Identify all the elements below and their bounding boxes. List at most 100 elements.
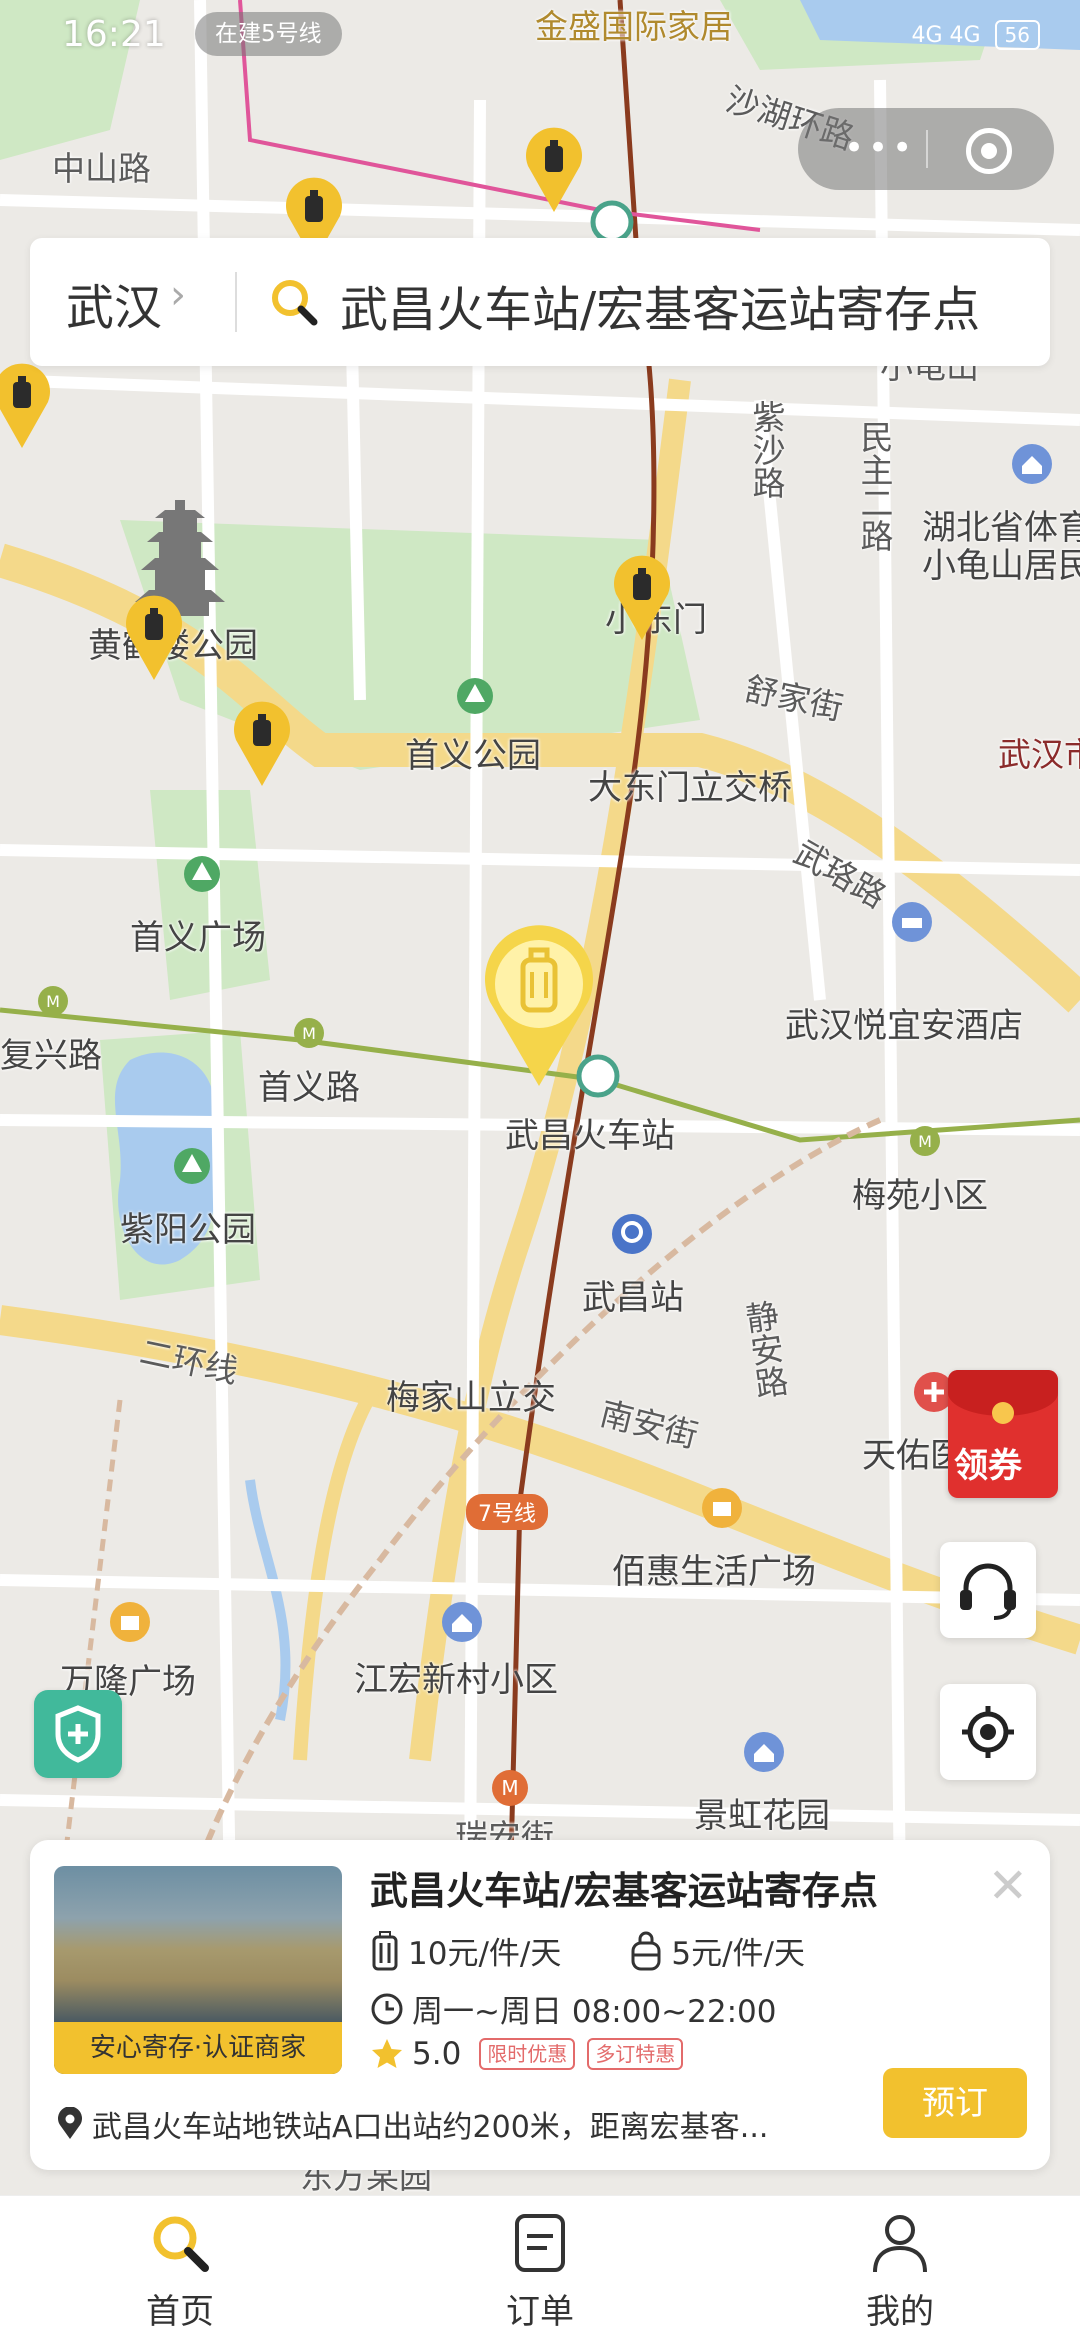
more-icon[interactable]: ••• [844, 128, 916, 168]
map-label-yueyi-hotel: 武汉悦宜安酒店 [785, 1006, 1023, 1046]
tab-orders-label: 订单 [506, 2292, 574, 2332]
safety-shield-button[interactable] [34, 1690, 122, 1778]
capsule-divider [926, 130, 928, 168]
coupon-button[interactable]: 领券 [948, 1370, 1058, 1498]
divider [235, 272, 237, 332]
price-large: 10元/件/天 [408, 1936, 562, 1972]
certified-badge: 安心寄存·认证商家 [54, 2022, 342, 2074]
locate-button[interactable] [940, 1684, 1036, 1780]
city-selector[interactable]: 武汉 [66, 268, 162, 338]
map-label-zisha-rd: 紫沙路 [747, 400, 786, 499]
user-icon [873, 2215, 927, 2273]
map-label-xiaoguishan-res: 小龟山居民 [922, 546, 1080, 586]
map-label-shouyi-park: 首义公园 [405, 736, 541, 776]
search-icon [272, 280, 318, 326]
hotel-icon [892, 902, 932, 942]
metro-station-icon: M [38, 986, 68, 1016]
metro-station-icon: M [294, 1018, 324, 1048]
residence-icon [442, 1602, 482, 1642]
large-luggage-icon [372, 1930, 398, 1970]
park-icon [184, 856, 220, 892]
map-label-meiyuan: 梅苑小区 [852, 1176, 988, 1216]
luggage-pin[interactable] [0, 362, 54, 450]
status-icons: 4G 4G 56 [911, 20, 1040, 50]
svg-text:M: M [501, 1776, 518, 1800]
store-photo: 安心寄存·认证商家 [54, 1866, 342, 2074]
map-label-zhongshan-rd: 中山路 [52, 149, 151, 188]
metro-station-icon: M [910, 1126, 940, 1156]
tab-profile-label: 我的 [866, 2292, 934, 2332]
search-bar: 武汉 › 武昌火车站/宏基客运站寄存点 [30, 238, 1050, 366]
rating-row: 5.0 限时优惠 多订特惠 [370, 2036, 684, 2072]
map-label-dadongmen: 大东门立交桥 [588, 768, 792, 808]
coupon-seal-icon [992, 1402, 1014, 1424]
map-label-wuchang-rail-metro: 武昌火车站 [505, 1116, 675, 1156]
map-label-shouyi-rd: 首义路 [258, 1068, 360, 1108]
rating-value: 5.0 [412, 2036, 462, 2072]
luggage-pin[interactable] [122, 594, 186, 682]
svg-text:M: M [918, 1132, 932, 1151]
customer-service-button[interactable] [940, 1542, 1036, 1638]
status-bar: 16:21 在建5号线 4G 4G 56 [0, 0, 1080, 70]
tab-home-label: 首页 [146, 2292, 214, 2332]
clock-icon [371, 1993, 403, 2024]
close-miniprogram-icon[interactable] [966, 128, 1012, 174]
small-bag-icon [631, 1931, 661, 1970]
promo-tag: 多订特惠 [587, 2038, 684, 2070]
map-label-jinghong: 景虹花园 [694, 1796, 830, 1836]
train-station-icon [612, 1214, 652, 1254]
store-title: 武昌火车站/宏基客运站寄存点 [370, 1869, 878, 1913]
close-icon[interactable]: ✕ [988, 1858, 1028, 1914]
price-row: 10元/件/天 5元/件/天 [370, 1928, 805, 1973]
search-icon [153, 2216, 209, 2272]
map-label-wuchang-station: 武昌站 [582, 1278, 684, 1318]
map-label-fuxing-rd: 复兴路 [0, 1036, 102, 1076]
park-icon [174, 1148, 210, 1184]
residence-icon [744, 1732, 784, 1772]
luggage-pin[interactable] [610, 554, 674, 642]
tab-orders[interactable]: 订单 [440, 2196, 640, 2341]
status-time: 16:21 [62, 14, 166, 55]
store-address: 武昌火车站地铁站A口出站约200米，距离宏基客... [92, 2110, 769, 2145]
metro-line7-badge: 7号线 [466, 1494, 548, 1530]
tab-profile[interactable]: 我的 [800, 2196, 1000, 2341]
headset-icon [960, 1563, 1016, 1620]
battery-icon: 56 [994, 20, 1040, 50]
promo-tag: 限时优惠 [479, 2038, 576, 2070]
map-label-jianghong: 江宏新村小区 [354, 1660, 558, 1700]
svg-text:M: M [302, 1024, 316, 1043]
chevron-right-icon[interactable]: › [170, 272, 186, 318]
price-small: 5元/件/天 [671, 1936, 805, 1972]
address-row: 武昌火车站地铁站A口出站约200米，距离宏基客... [56, 2102, 768, 2146]
store-card[interactable]: 安心寄存·认证商家 武昌火车站/宏基客运站寄存点 ✕ 10元/件/天 5元/件/… [30, 1840, 1050, 2170]
location-pin-icon [58, 2107, 82, 2139]
luggage-pin[interactable] [230, 700, 294, 788]
search-input[interactable]: 武昌火车站/宏基客运站寄存点 [340, 270, 980, 340]
bottom-tab-bar: 首页 订单 我的 [0, 2195, 1080, 2341]
map-label-ziyang-park: 紫阳公园 [120, 1210, 256, 1250]
signal-icon: 4G 4G [911, 22, 981, 48]
miniprogram-capsule: ••• [798, 108, 1054, 190]
luggage-pin[interactable] [522, 126, 586, 214]
selected-luggage-pin[interactable] [476, 924, 602, 1090]
order-icon [515, 2214, 565, 2272]
mall-icon [110, 1602, 150, 1642]
map-label-shouyi-square: 首义广场 [130, 918, 266, 958]
coupon-label: 领券 [954, 1446, 1022, 1486]
svg-text:M: M [46, 992, 60, 1011]
residence-icon [1012, 444, 1052, 484]
map-label-wuhan-city: 武汉市 [998, 735, 1080, 774]
opening-hours: 周一~周日 08:00~22:00 [412, 1994, 777, 2030]
park-icon [457, 678, 493, 714]
map-label-meijiashan: 梅家山立交 [386, 1378, 556, 1418]
tab-home[interactable]: 首页 [80, 2196, 280, 2341]
book-button[interactable]: 预订 [883, 2068, 1027, 2138]
status-pill: 在建5号线 [195, 12, 342, 56]
map-label-baihui: 佰惠生活广场 [612, 1552, 816, 1592]
hours-row: 周一~周日 08:00~22:00 [370, 1986, 776, 2031]
locate-icon [962, 1706, 1014, 1758]
star-icon [372, 2039, 402, 2068]
map-label-minzhu-rd: 民主二路 [855, 420, 894, 552]
shield-plus-icon [55, 1705, 101, 1763]
metro-station-icon: M [492, 1770, 528, 1806]
